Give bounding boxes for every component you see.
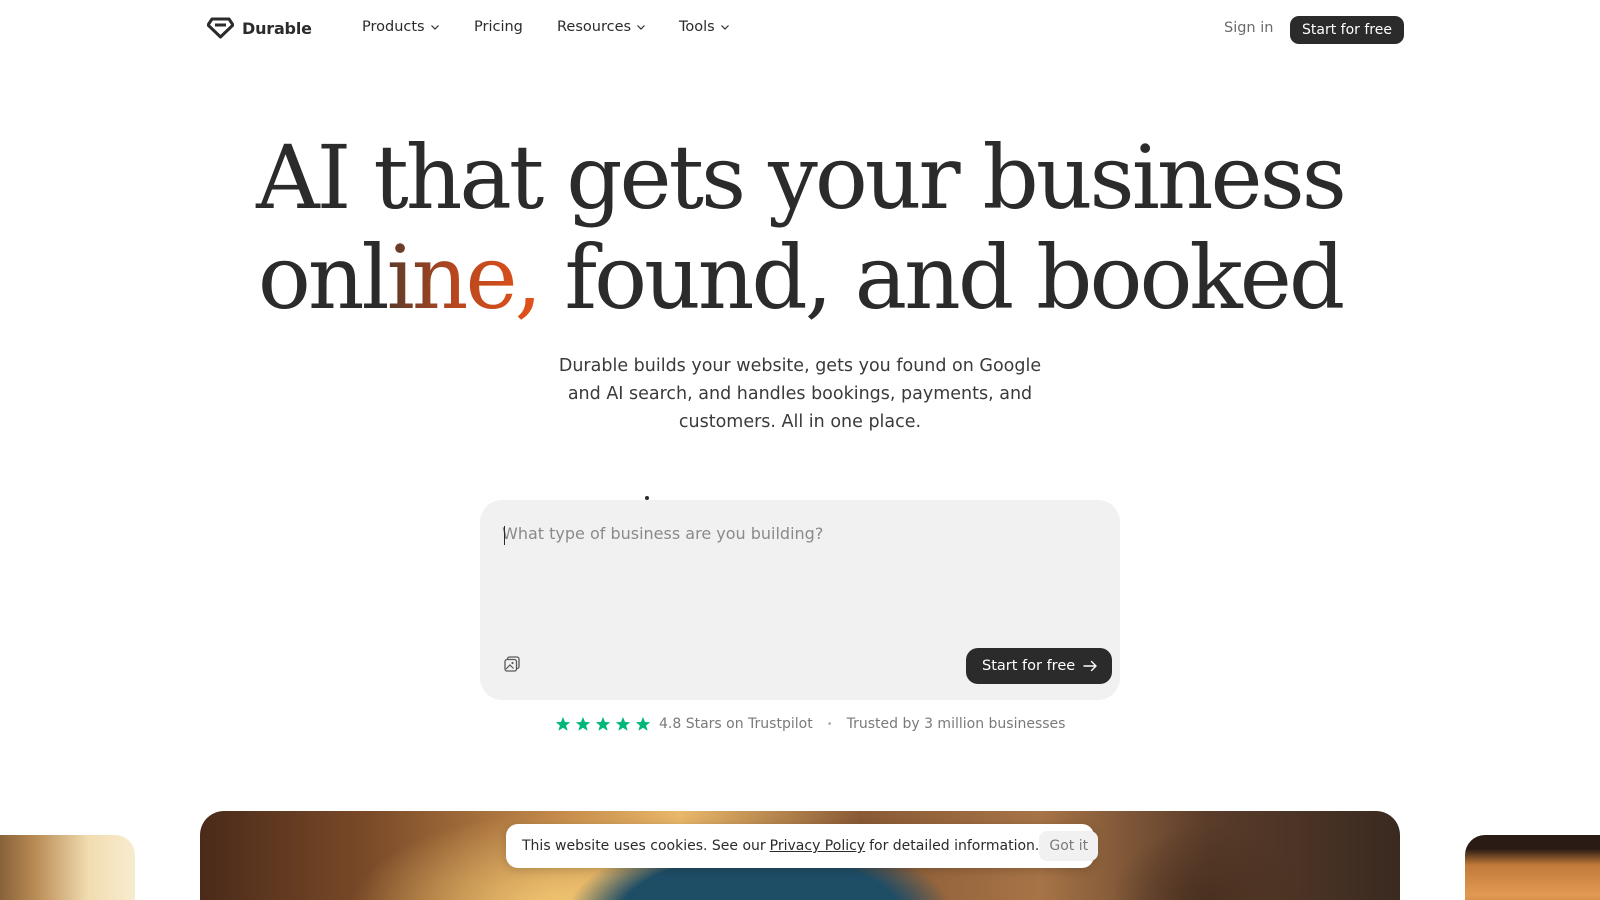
headline-accent: ine, [386,226,543,329]
business-prompt-box: Start for free [480,500,1120,700]
hero-headline: AI that gets your business online, found… [0,128,1600,328]
image-attach-icon [504,656,520,672]
nav-products[interactable]: Products [362,19,440,35]
prompt-start-free-label: Start for free [982,658,1076,674]
trustpilot-rating: 4.8 Stars on Trustpilot [659,716,813,732]
trusted-by-count: Trusted by 3 million businesses [846,716,1066,732]
cookie-text-after: for detailed information. [869,838,1040,854]
sign-in-link[interactable]: Sign in [1224,20,1273,36]
cookie-text-before: This website uses cookies. See our [522,838,766,854]
nav-pricing[interactable]: Pricing [474,19,523,35]
nav-pricing-label: Pricing [474,19,523,35]
star-icon [615,717,631,731]
brand-logo[interactable]: Durable [207,17,312,39]
hero-subtext: Durable builds your website, gets you fo… [558,356,1042,432]
diamond-logo-icon [207,17,234,39]
cookie-got-it-button[interactable]: Got it [1039,831,1099,861]
nav-tools[interactable]: Tools [679,19,730,35]
star-icon [575,717,591,731]
trust-row: 4.8 Stars on Trustpilot • Trusted by 3 m… [555,716,1065,732]
headline-line-2-prefix: onl [257,226,390,329]
chevron-down-icon [637,25,645,30]
trust-separator: • [826,718,833,730]
headline-line-2-suffix: found, and booked [539,226,1346,329]
nav-tools-label: Tools [679,19,715,35]
business-type-input[interactable] [502,524,1082,543]
cookie-banner: This website uses cookies. See our Priva… [506,824,1099,868]
nav-products-label: Products [362,19,425,35]
trustpilot-stars [555,716,651,732]
top-nav: Durable Products Pricing Resources Tools… [0,0,1600,58]
star-icon [595,717,611,731]
carousel-image-left [0,835,135,900]
nav-start-free-button[interactable]: Start for free [1290,16,1404,44]
star-icon [555,717,571,731]
prompt-start-free-button[interactable]: Start for free [966,648,1113,684]
chevron-down-icon [430,25,439,30]
headline-line-2: online, found, and booked [0,228,1600,328]
star-icon [635,717,651,731]
nav-resources-label: Resources [557,19,632,35]
headline-line-1: AI that gets your business [256,126,1347,229]
image-attach-button[interactable] [502,654,522,674]
privacy-policy-link[interactable]: Privacy Policy [770,838,865,854]
chevron-down-icon [720,25,729,30]
arrow-right-icon [1083,660,1097,672]
text-caret [504,526,505,545]
nav-resources[interactable]: Resources [557,19,646,35]
carousel-image-right [1465,835,1600,900]
brand-name: Durable [242,18,312,38]
